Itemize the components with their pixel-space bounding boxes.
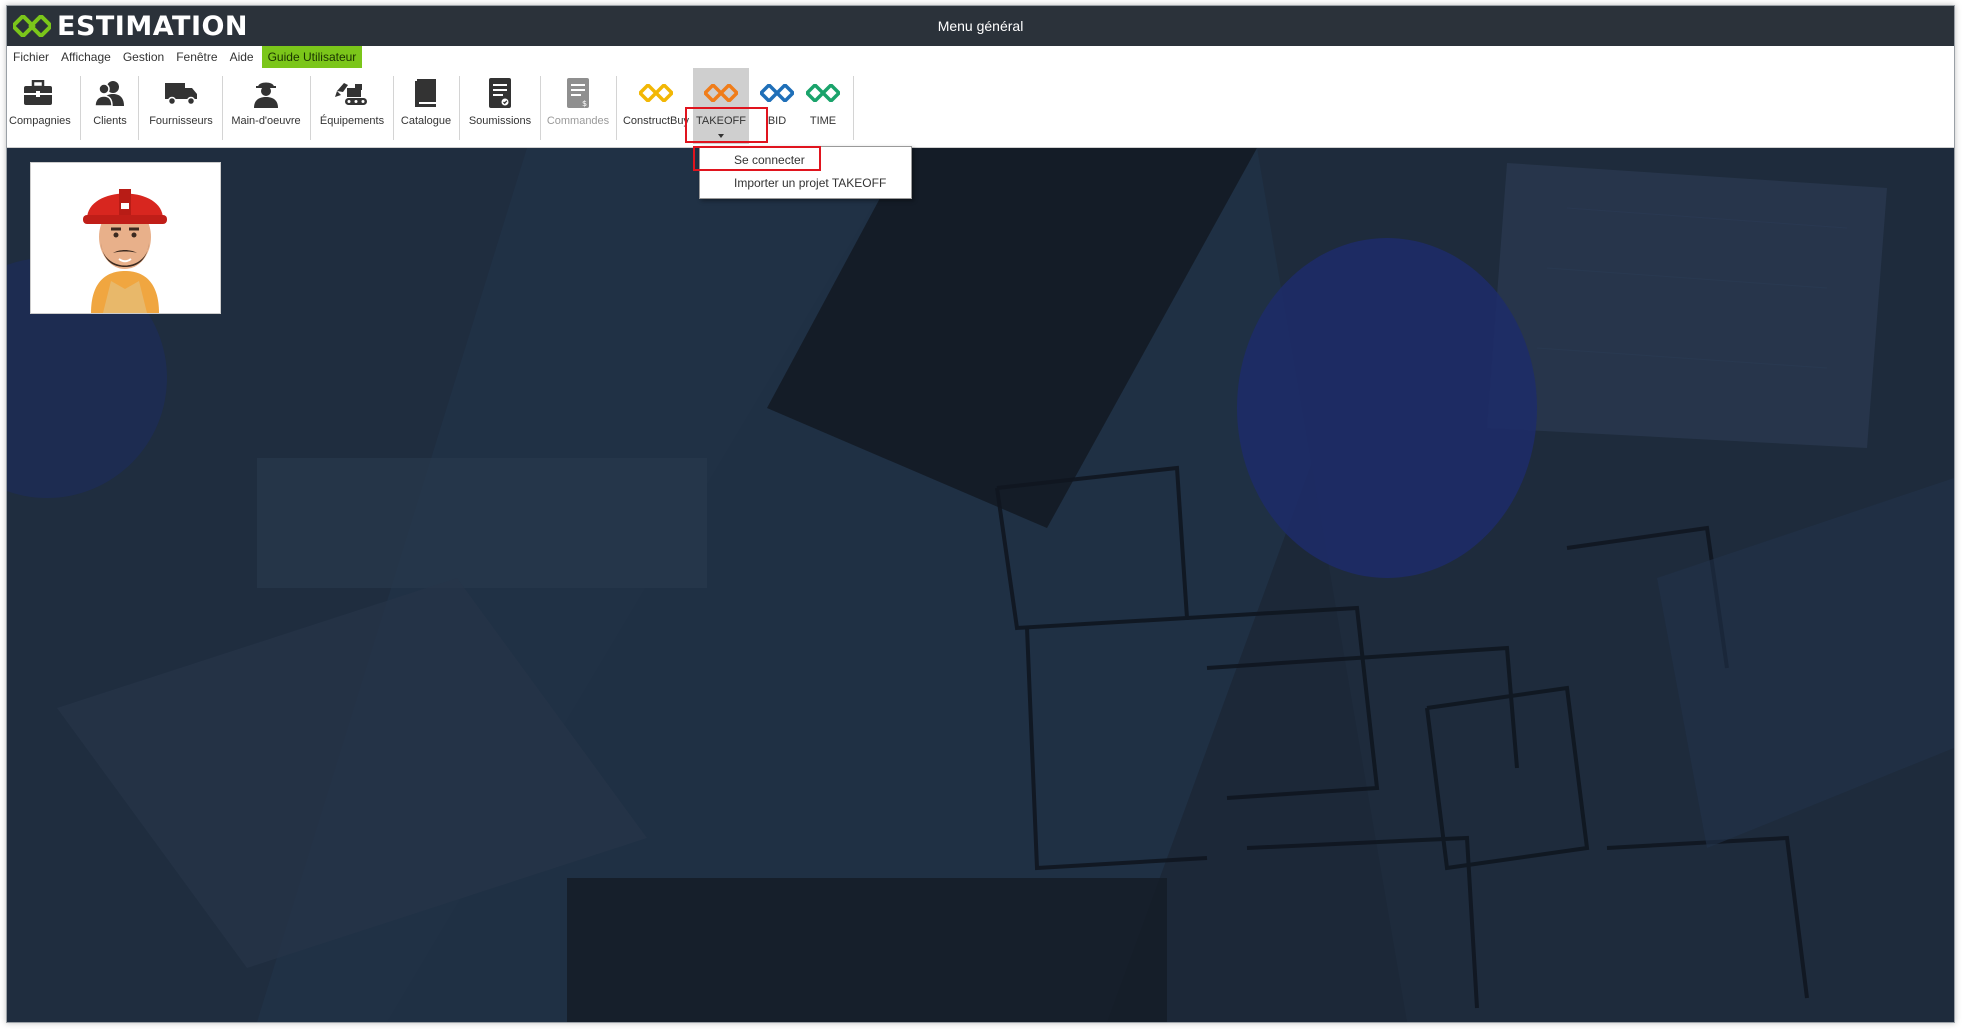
main-background <box>7 148 1954 1022</box>
ribbon-button-soumissions[interactable]: Soumissions <box>462 68 538 144</box>
highlight-se-connecter <box>693 146 821 171</box>
truck-icon <box>164 76 198 110</box>
ribbon-divider <box>540 76 541 140</box>
invoice-icon: $ <box>561 76 595 110</box>
ribbon-label: Main-d'oeuvre <box>231 115 301 127</box>
ribbon-label: Compagnies <box>9 115 71 127</box>
menu-affichage[interactable]: Affichage <box>55 46 117 68</box>
ribbon-label: TIME <box>809 115 837 127</box>
svg-text:$: $ <box>582 99 587 108</box>
document-icon <box>483 76 517 110</box>
menu-gestion[interactable]: Gestion <box>117 46 170 68</box>
ribbon-divider <box>616 76 617 140</box>
ribbon-button-constructbuy[interactable]: ConstructBuy <box>619 68 693 144</box>
ribbon-label: ConstructBuy <box>622 115 690 127</box>
book-icon <box>409 76 443 110</box>
blueprint-background-image <box>7 148 1954 1022</box>
highlight-takeoff-button <box>685 107 768 143</box>
window-title: Menu général <box>937 18 1024 34</box>
worker-icon <box>249 76 283 110</box>
ribbon-divider <box>80 76 81 140</box>
ribbon-divider <box>222 76 223 140</box>
ribbon-button-time[interactable]: TIME <box>795 68 851 144</box>
briefcase-icon <box>21 76 55 110</box>
ribbon-button-clients[interactable]: Clients <box>87 68 133 144</box>
menu-bar: Fichier Affichage Gestion Fenêtre Aide G… <box>7 46 1954 68</box>
menu-guide-utilisateur[interactable]: Guide Utilisateur <box>261 46 363 68</box>
ribbon-divider <box>138 76 139 140</box>
avatar <box>30 162 221 314</box>
ribbon-label: Équipements <box>319 115 385 127</box>
ribbon-label: Clients <box>93 115 127 127</box>
ribbon-button-commandes[interactable]: $ Commandes <box>543 68 613 144</box>
ribbon-button-equipements[interactable]: Équipements <box>313 68 391 144</box>
menu-fenetre[interactable]: Fenêtre <box>170 46 223 68</box>
ribbon-divider <box>459 76 460 140</box>
ribbon-divider <box>310 76 311 140</box>
ribbon-button-compagnies[interactable]: Compagnies <box>9 68 71 144</box>
ribbon-label: Fournisseurs <box>149 115 213 127</box>
ribbon-divider <box>853 76 854 140</box>
ribbon-label: Catalogue <box>400 115 452 127</box>
app-window: ESTIMATION Menu général Fichier Affichag… <box>6 5 1955 1023</box>
ribbon-button-fournisseurs[interactable]: Fournisseurs <box>143 68 219 144</box>
time-logo-icon <box>806 76 840 110</box>
people-icon <box>93 76 127 110</box>
constructbuy-logo-icon <box>639 76 673 110</box>
menu-aide[interactable]: Aide <box>224 46 260 68</box>
ribbon-divider <box>393 76 394 140</box>
ribbon-button-catalogue[interactable]: Catalogue <box>396 68 456 144</box>
takeoff-logo-icon <box>704 76 738 110</box>
menu-fichier[interactable]: Fichier <box>7 46 55 68</box>
ribbon-label: Commandes <box>546 115 610 127</box>
dropdown-item-importer-projet[interactable]: Importer un projet TAKEOFF <box>700 172 911 195</box>
worker-avatar-image <box>31 163 220 313</box>
ribbon-button-main-d-oeuvre[interactable]: Main-d'oeuvre <box>225 68 307 144</box>
ribbon-toolbar: Compagnies Clients Fournisseurs Main-d'o… <box>7 68 1954 148</box>
ribbon-label: Soumissions <box>468 115 532 127</box>
bid-logo-icon <box>760 76 794 110</box>
excavator-icon <box>335 76 369 110</box>
title-bar: ESTIMATION Menu général <box>7 6 1954 46</box>
